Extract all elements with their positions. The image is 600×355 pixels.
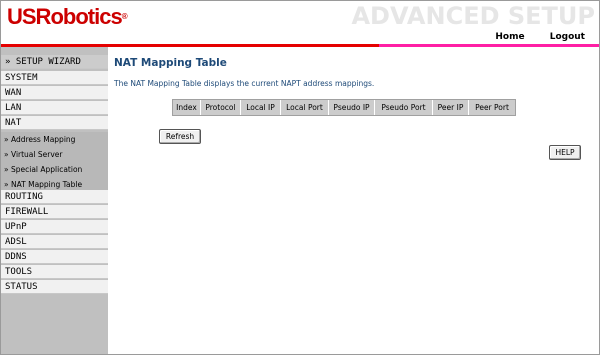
sidebar-item-status[interactable]: STATUS [1, 280, 108, 294]
sidebar-item-nat[interactable]: NAT [1, 116, 108, 130]
main-content: NAT Mapping Table The NAT Mapping Table … [108, 47, 599, 354]
nat-mapping-table-header: Index Protocol Local IP Local Port Pseud… [172, 99, 516, 116]
page-title: NAT Mapping Table [114, 57, 227, 69]
sidebar-item-system[interactable]: SYSTEM [1, 71, 108, 85]
header: USRobotics® ADVANCED SETUP [1, 1, 599, 31]
column-header-peer-ip: Peer IP [433, 100, 469, 115]
sidebar-item-firewall[interactable]: FIREWALL [1, 205, 108, 219]
sidebar-item-adsl[interactable]: ADSL [1, 235, 108, 249]
sidebar-subitem-virtual-server[interactable]: » Virtual Server [1, 147, 108, 162]
column-header-pseudo-ip: Pseudo IP [329, 100, 375, 115]
sidebar: » SETUP WIZARD SYSTEM WAN LAN NAT » Addr… [1, 47, 108, 354]
sidebar-item-tools[interactable]: TOOLS [1, 265, 108, 279]
top-nav: Home Logout [1, 31, 599, 44]
sidebar-item-setup-wizard[interactable]: » SETUP WIZARD [1, 55, 108, 69]
refresh-button[interactable]: Refresh [159, 129, 201, 144]
sidebar-item-wan[interactable]: WAN [1, 86, 108, 100]
column-header-peer-port: Peer Port [475, 103, 509, 112]
help-button[interactable]: HELP [549, 145, 581, 160]
logout-link[interactable]: Logout [550, 32, 585, 42]
advanced-setup-title: ADVANCED SETUP [351, 2, 595, 30]
column-header-pseudo-port: Pseudo Port [375, 100, 433, 115]
browser-frame: USRobotics® ADVANCED SETUP Home Logout »… [0, 0, 600, 355]
column-header-local-port: Local Port [281, 100, 329, 115]
sidebar-subitem-special-application[interactable]: » Special Application [1, 162, 108, 177]
page-description: The NAT Mapping Table displays the curre… [114, 79, 375, 88]
sidebar-item-routing[interactable]: ROUTING [1, 190, 108, 204]
home-link[interactable]: Home [495, 32, 524, 42]
sidebar-item-ddns[interactable]: DDNS [1, 250, 108, 264]
column-header-protocol: Protocol [201, 100, 241, 115]
column-header-index: Index [173, 100, 201, 115]
usrobotics-logo: USRobotics® [7, 4, 128, 29]
sidebar-subitem-address-mapping[interactable]: » Address Mapping [1, 132, 108, 147]
sidebar-item-upnp[interactable]: UPnP [1, 220, 108, 234]
column-header-local-ip: Local IP [241, 100, 281, 115]
sidebar-item-lan[interactable]: LAN [1, 101, 108, 115]
